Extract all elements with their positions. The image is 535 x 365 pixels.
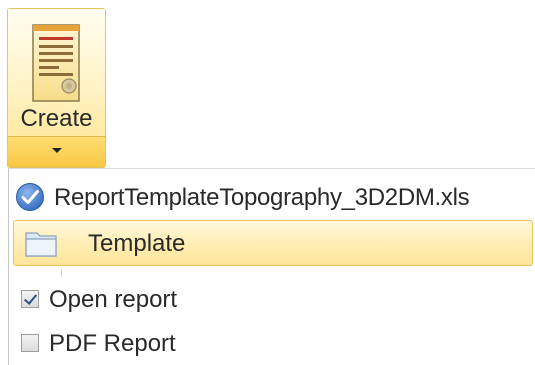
open-report-checkbox[interactable] — [21, 290, 39, 308]
template-label: Template — [88, 230, 186, 257]
template-file-label: ReportTemplateTopography_3D2DM.xls — [54, 184, 470, 211]
report-document-icon — [32, 24, 80, 102]
create-dropdown-toggle[interactable] — [8, 137, 105, 167]
menu-separator — [61, 269, 62, 277]
create-button-label: Create — [20, 105, 93, 132]
menu-item-pdf-report[interactable]: PDF Report — [9, 325, 535, 365]
pdf-report-checkbox[interactable] — [21, 334, 39, 352]
create-split-button[interactable]: Create — [7, 8, 106, 168]
checkmark-circle-icon — [16, 183, 44, 211]
folder-icon — [25, 232, 57, 257]
pdf-report-label: PDF Report — [49, 330, 176, 357]
menu-item-template[interactable]: Template — [13, 220, 533, 266]
menu-item-template-file[interactable]: ReportTemplateTopography_3D2DM.xls — [9, 177, 535, 217]
create-dropdown-menu: ReportTemplateTopography_3D2DM.xls Templ… — [8, 168, 535, 365]
menu-item-open-report[interactable]: Open report — [9, 281, 535, 321]
open-report-label: Open report — [49, 286, 178, 313]
create-report-panel: Create ReportTemplateTopography_3D2DM.xl… — [0, 0, 535, 365]
caret-down-icon — [52, 148, 62, 153]
create-button[interactable]: Create — [8, 9, 105, 137]
